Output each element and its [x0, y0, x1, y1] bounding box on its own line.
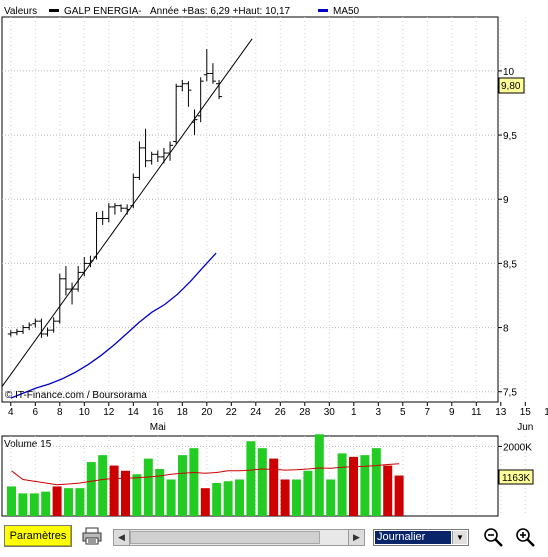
month-label: Mai [150, 422, 166, 433]
price-ytick-label: 9 [503, 195, 509, 206]
price-ytick-label: 10 [503, 67, 515, 78]
zoom-in-icon[interactable] [513, 525, 537, 549]
volume-bar [394, 475, 404, 516]
volume-bar [292, 479, 301, 516]
x-tick-label: 11 [471, 407, 482, 418]
x-tick-label: 22 [226, 407, 238, 418]
x-tick-label: 10 [79, 407, 91, 418]
x-tick-label: 18 [177, 407, 189, 418]
legend-ma-name: MA50 [333, 6, 360, 17]
volume-bar [314, 434, 324, 516]
x-tick-label: 15 [520, 407, 532, 418]
volume-bar [246, 441, 256, 516]
volume-bar [326, 479, 336, 516]
legend-series-swatch [49, 9, 59, 12]
volume-bar [303, 470, 313, 516]
scrollbar-thumb[interactable] [130, 531, 320, 544]
price-ytick-label: 9,5 [503, 131, 517, 142]
volume-bar [212, 482, 222, 516]
x-tick-label: 7 [425, 407, 431, 418]
timeline-scrollbar[interactable]: ◀ ▶ [113, 529, 365, 546]
month-label: Jun [517, 422, 533, 433]
chevron-down-icon[interactable]: ▼ [452, 531, 467, 544]
volume-bar [86, 462, 96, 516]
volume-bar [269, 458, 279, 516]
volume-bar [75, 488, 85, 516]
volume-bar [383, 465, 393, 516]
x-tick-label: 16 [152, 407, 164, 418]
parameters-button[interactable]: Paramètres [4, 525, 72, 547]
volume-bar [98, 455, 108, 516]
toolbar: Paramètres ◀ ▶ Journalier ▼ [0, 520, 548, 557]
x-tick-label: 4 [8, 407, 14, 418]
volume-bar [337, 453, 347, 516]
period-select-value: Journalier [375, 531, 451, 544]
volume-last-label: 1163K [502, 473, 531, 484]
volume-bar [121, 470, 130, 516]
stock-chart: Valeurs GALP ENERGIA- Année +Bas: 6,29 +… [1, 6, 548, 517]
volume-bar [235, 479, 244, 516]
x-tick-label: 17 [544, 407, 548, 418]
volume-bar [132, 474, 142, 516]
volume-bar [223, 481, 233, 516]
volume-bar [64, 488, 73, 516]
x-tick-label: 8 [57, 407, 63, 418]
x-tick-label: 26 [275, 407, 287, 418]
volume-bar [189, 448, 199, 516]
volume-bar [280, 479, 290, 516]
printer-icon[interactable] [81, 526, 103, 546]
volume-bar [257, 448, 267, 516]
x-tick-label: 13 [495, 407, 507, 418]
price-ytick-label: 7,5 [503, 388, 517, 399]
legend-label: Valeurs [4, 6, 37, 17]
x-tick-label: 1 [351, 407, 357, 418]
volume-bar [52, 486, 62, 516]
price-ytick-label: 8 [503, 324, 509, 335]
volume-bar [109, 465, 119, 516]
volume-bar [18, 493, 28, 516]
x-tick-label: 30 [324, 407, 336, 418]
volume-bar [200, 488, 210, 516]
zoom-out-icon[interactable] [481, 525, 505, 549]
x-tick-label: 3 [376, 407, 382, 418]
x-tick-label: 20 [201, 407, 213, 418]
volume-bar [360, 455, 370, 516]
volume-bar [349, 456, 358, 516]
x-tick-label: 6 [33, 407, 39, 418]
price-ytick-label: 8,5 [503, 259, 517, 270]
legend-ma-swatch [318, 9, 328, 12]
x-tick-label: 12 [103, 407, 115, 418]
watermark: © IT-Finance.com / Boursorama [5, 390, 147, 401]
x-tick-label: 9 [449, 407, 455, 418]
volume-bar [7, 486, 16, 516]
price-plot-frame [1, 16, 499, 403]
volume-ytick-label: 2000K [503, 442, 532, 453]
volume-bar [29, 493, 39, 516]
legend-series-name: GALP ENERGIA- [64, 6, 142, 17]
period-select[interactable]: Journalier ▼ [373, 529, 469, 546]
scroll-left-icon[interactable]: ◀ [114, 530, 130, 545]
volume-bar [143, 458, 153, 516]
volume-bar [41, 491, 51, 516]
volume-bar [178, 455, 187, 516]
scroll-right-icon[interactable]: ▶ [348, 530, 364, 545]
x-tick-label: 14 [128, 407, 140, 418]
volume-bar [371, 448, 381, 516]
volume-bar [166, 479, 176, 516]
x-tick-label: 5 [400, 407, 406, 418]
legend-stats: Année +Bas: 6,29 +Haut: 10,17 [150, 6, 291, 17]
last-price-label: 9,80 [501, 81, 521, 92]
x-tick-label: 28 [299, 407, 311, 418]
x-tick-label: 24 [250, 407, 262, 418]
